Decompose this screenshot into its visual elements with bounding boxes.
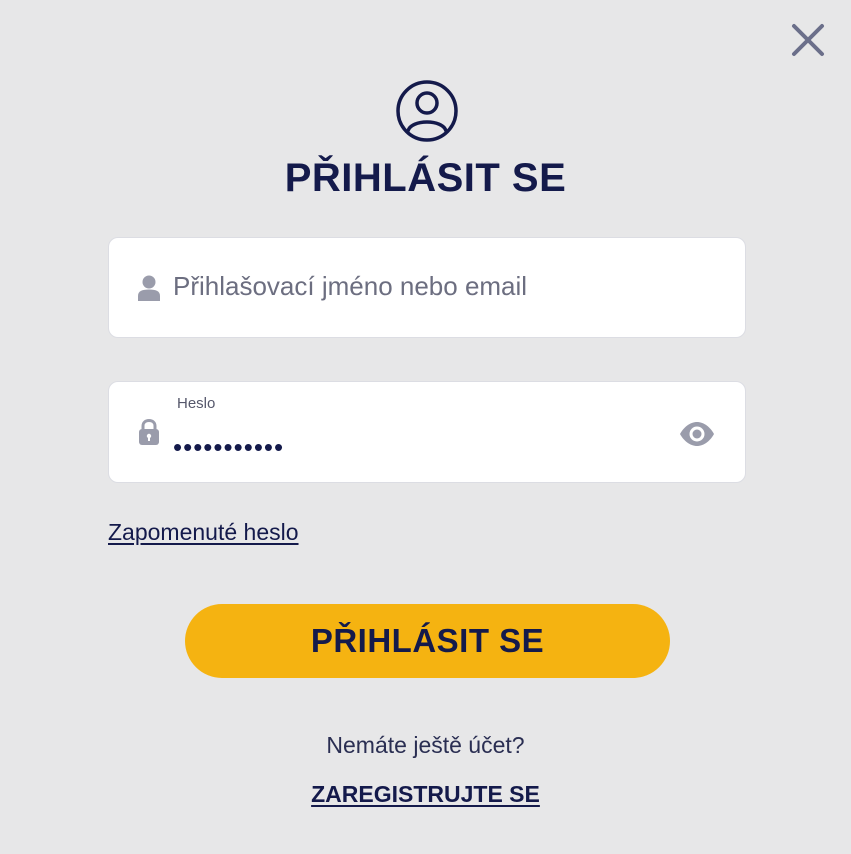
password-input[interactable] <box>173 430 653 464</box>
username-field <box>108 237 746 338</box>
lock-icon <box>139 418 159 445</box>
close-button[interactable] <box>786 18 830 62</box>
eye-icon <box>680 422 714 446</box>
toggle-password-visibility-button[interactable] <box>678 420 716 448</box>
page-title: PŘIHLÁSIT SE <box>284 156 567 200</box>
close-icon <box>792 24 824 56</box>
password-field: Heslo <box>108 381 746 483</box>
user-circle-icon <box>396 80 458 142</box>
register-link[interactable]: ZAREGISTRUJTE SE <box>311 781 540 807</box>
password-label: Heslo <box>177 395 216 412</box>
login-button[interactable]: PŘIHLÁSIT SE <box>185 604 670 678</box>
user-icon <box>138 275 160 301</box>
forgot-password-link[interactable]: Zapomenuté heslo <box>108 519 299 546</box>
username-input[interactable] <box>173 268 713 304</box>
no-account-text: Nemáte ještě účet? <box>326 732 525 758</box>
login-modal: PŘIHLÁSIT SE Heslo Zapomenuté heslo PŘIH… <box>0 0 851 854</box>
register-link-container: ZAREGISTRUJTE SE <box>0 781 851 808</box>
